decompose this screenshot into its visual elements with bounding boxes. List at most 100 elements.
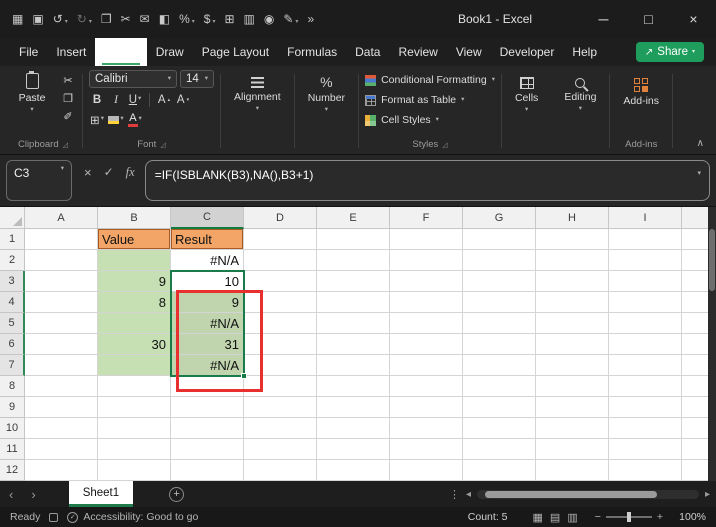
tab-page-layout[interactable]: Page Layout <box>193 38 278 66</box>
cell-F8[interactable] <box>390 376 463 397</box>
column-header-G[interactable]: G <box>463 207 536 229</box>
column-header-B[interactable]: B <box>98 207 171 229</box>
cell-C10[interactable] <box>171 418 244 439</box>
cell-B5[interactable] <box>98 313 171 334</box>
cell-A10[interactable] <box>25 418 98 439</box>
alignment-button[interactable]: Alignment ▾ <box>227 70 288 113</box>
minimize-button[interactable]: ─ <box>581 0 626 38</box>
row-header-1[interactable]: 1 <box>0 229 25 250</box>
vertical-scrollbar[interactable] <box>708 207 716 481</box>
cell-G1[interactable] <box>463 229 536 250</box>
accessibility-status[interactable]: ✓ Accessibility: Good to go <box>67 511 198 523</box>
column-header-partial[interactable] <box>682 207 708 229</box>
partial-column-cell[interactable] <box>682 313 708 334</box>
increase-font-button[interactable]: A▴ <box>156 91 172 108</box>
sheet-tab-sheet1[interactable]: Sheet1 <box>69 481 133 507</box>
scrollbar-options-icon[interactable]: ⋮ <box>449 488 460 501</box>
cell-E2[interactable] <box>317 250 390 271</box>
row-header-2[interactable]: 2 <box>0 250 25 271</box>
borders-icon[interactable]: ⊞ <box>224 13 234 25</box>
cell-G5[interactable] <box>463 313 536 334</box>
cell-A5[interactable] <box>25 313 98 334</box>
cell-A1[interactable] <box>25 229 98 250</box>
format-painter-button[interactable]: ✐ <box>60 109 76 123</box>
cell-I8[interactable] <box>609 376 682 397</box>
cancel-button[interactable]: × <box>84 165 92 180</box>
partial-column-cell[interactable] <box>682 355 708 376</box>
select-all-corner[interactable] <box>0 207 25 229</box>
horizontal-scrollbar-thumb[interactable] <box>485 491 657 498</box>
tab-developer[interactable]: Developer <box>491 38 564 66</box>
cell-D1[interactable] <box>244 229 317 250</box>
cell-I5[interactable] <box>609 313 682 334</box>
row-header-7[interactable]: 7 <box>0 355 25 376</box>
cell-B11[interactable] <box>98 439 171 460</box>
cell-D2[interactable] <box>244 250 317 271</box>
cell-E10[interactable] <box>317 418 390 439</box>
cell-D8[interactable] <box>244 376 317 397</box>
cell-B2[interactable] <box>98 250 171 271</box>
view-page-break-button[interactable]: ▥ <box>567 511 577 524</box>
zoom-slider[interactable] <box>606 516 652 518</box>
cell-A6[interactable] <box>25 334 98 355</box>
view-normal-button[interactable]: ▦ <box>533 511 543 524</box>
cell-B6[interactable]: 30 <box>98 334 171 355</box>
insert-columns-icon[interactable]: ▥ <box>244 13 255 25</box>
cell-C6[interactable]: 31 <box>171 334 244 355</box>
cell-F1[interactable] <box>390 229 463 250</box>
cell-H10[interactable] <box>536 418 609 439</box>
cell-C3[interactable]: 10 <box>171 271 244 292</box>
new-sheet-button[interactable]: + <box>169 487 184 502</box>
borders-button[interactable]: ⊞▾ <box>89 111 105 128</box>
cell-G9[interactable] <box>463 397 536 418</box>
cell-A7[interactable] <box>25 355 98 376</box>
cell-D6[interactable] <box>244 334 317 355</box>
copy-button[interactable]: ❐ <box>60 91 76 105</box>
cell-E6[interactable] <box>317 334 390 355</box>
cell-I10[interactable] <box>609 418 682 439</box>
partial-column-cell[interactable] <box>682 229 708 250</box>
tab-home[interactable]: Home <box>95 38 146 66</box>
cell-G10[interactable] <box>463 418 536 439</box>
zoom-in-button[interactable]: + <box>657 511 663 523</box>
share-button[interactable]: ↗ Share ▾ <box>636 42 704 62</box>
tab-view[interactable]: View <box>447 38 491 66</box>
cell-A2[interactable] <box>25 250 98 271</box>
cell-E1[interactable] <box>317 229 390 250</box>
cell-F6[interactable] <box>390 334 463 355</box>
zoom-slider-thumb[interactable] <box>627 512 631 522</box>
cell-H6[interactable] <box>536 334 609 355</box>
font-color-button[interactable]: A▾ <box>127 111 143 128</box>
insert-function-button[interactable]: fx <box>126 165 135 180</box>
copy-icon[interactable]: ❐ <box>101 13 112 25</box>
cell-H1[interactable] <box>536 229 609 250</box>
cell-styles-button[interactable]: Cell Styles ▾ <box>365 111 439 129</box>
font-family-select[interactable]: Calibri ▾ <box>89 70 177 88</box>
row-header-10[interactable]: 10 <box>0 418 25 439</box>
name-box[interactable]: C3 ▾ <box>6 160 72 201</box>
number-button[interactable]: % Number ▾ <box>301 70 352 114</box>
cell-D5[interactable] <box>244 313 317 334</box>
cell-I4[interactable] <box>609 292 682 313</box>
cell-A4[interactable] <box>25 292 98 313</box>
cell-E9[interactable] <box>317 397 390 418</box>
cell-H4[interactable] <box>536 292 609 313</box>
cut-icon[interactable]: ✂ <box>121 13 131 25</box>
cell-A9[interactable] <box>25 397 98 418</box>
column-header-F[interactable]: F <box>390 207 463 229</box>
cell-I7[interactable] <box>609 355 682 376</box>
zoom-level[interactable]: 100% <box>672 511 706 523</box>
cell-E11[interactable] <box>317 439 390 460</box>
cell-C2[interactable]: #N/A <box>171 250 244 271</box>
cell-I2[interactable] <box>609 250 682 271</box>
cell-E8[interactable] <box>317 376 390 397</box>
tab-formulas[interactable]: Formulas <box>278 38 346 66</box>
column-header-E[interactable]: E <box>317 207 390 229</box>
cell-F3[interactable] <box>390 271 463 292</box>
column-header-D[interactable]: D <box>244 207 317 229</box>
cell-I11[interactable] <box>609 439 682 460</box>
row-header-8[interactable]: 8 <box>0 376 25 397</box>
cut-button[interactable]: ✂ <box>60 73 76 87</box>
underline-button[interactable]: U▾ <box>127 91 143 108</box>
cell-F10[interactable] <box>390 418 463 439</box>
